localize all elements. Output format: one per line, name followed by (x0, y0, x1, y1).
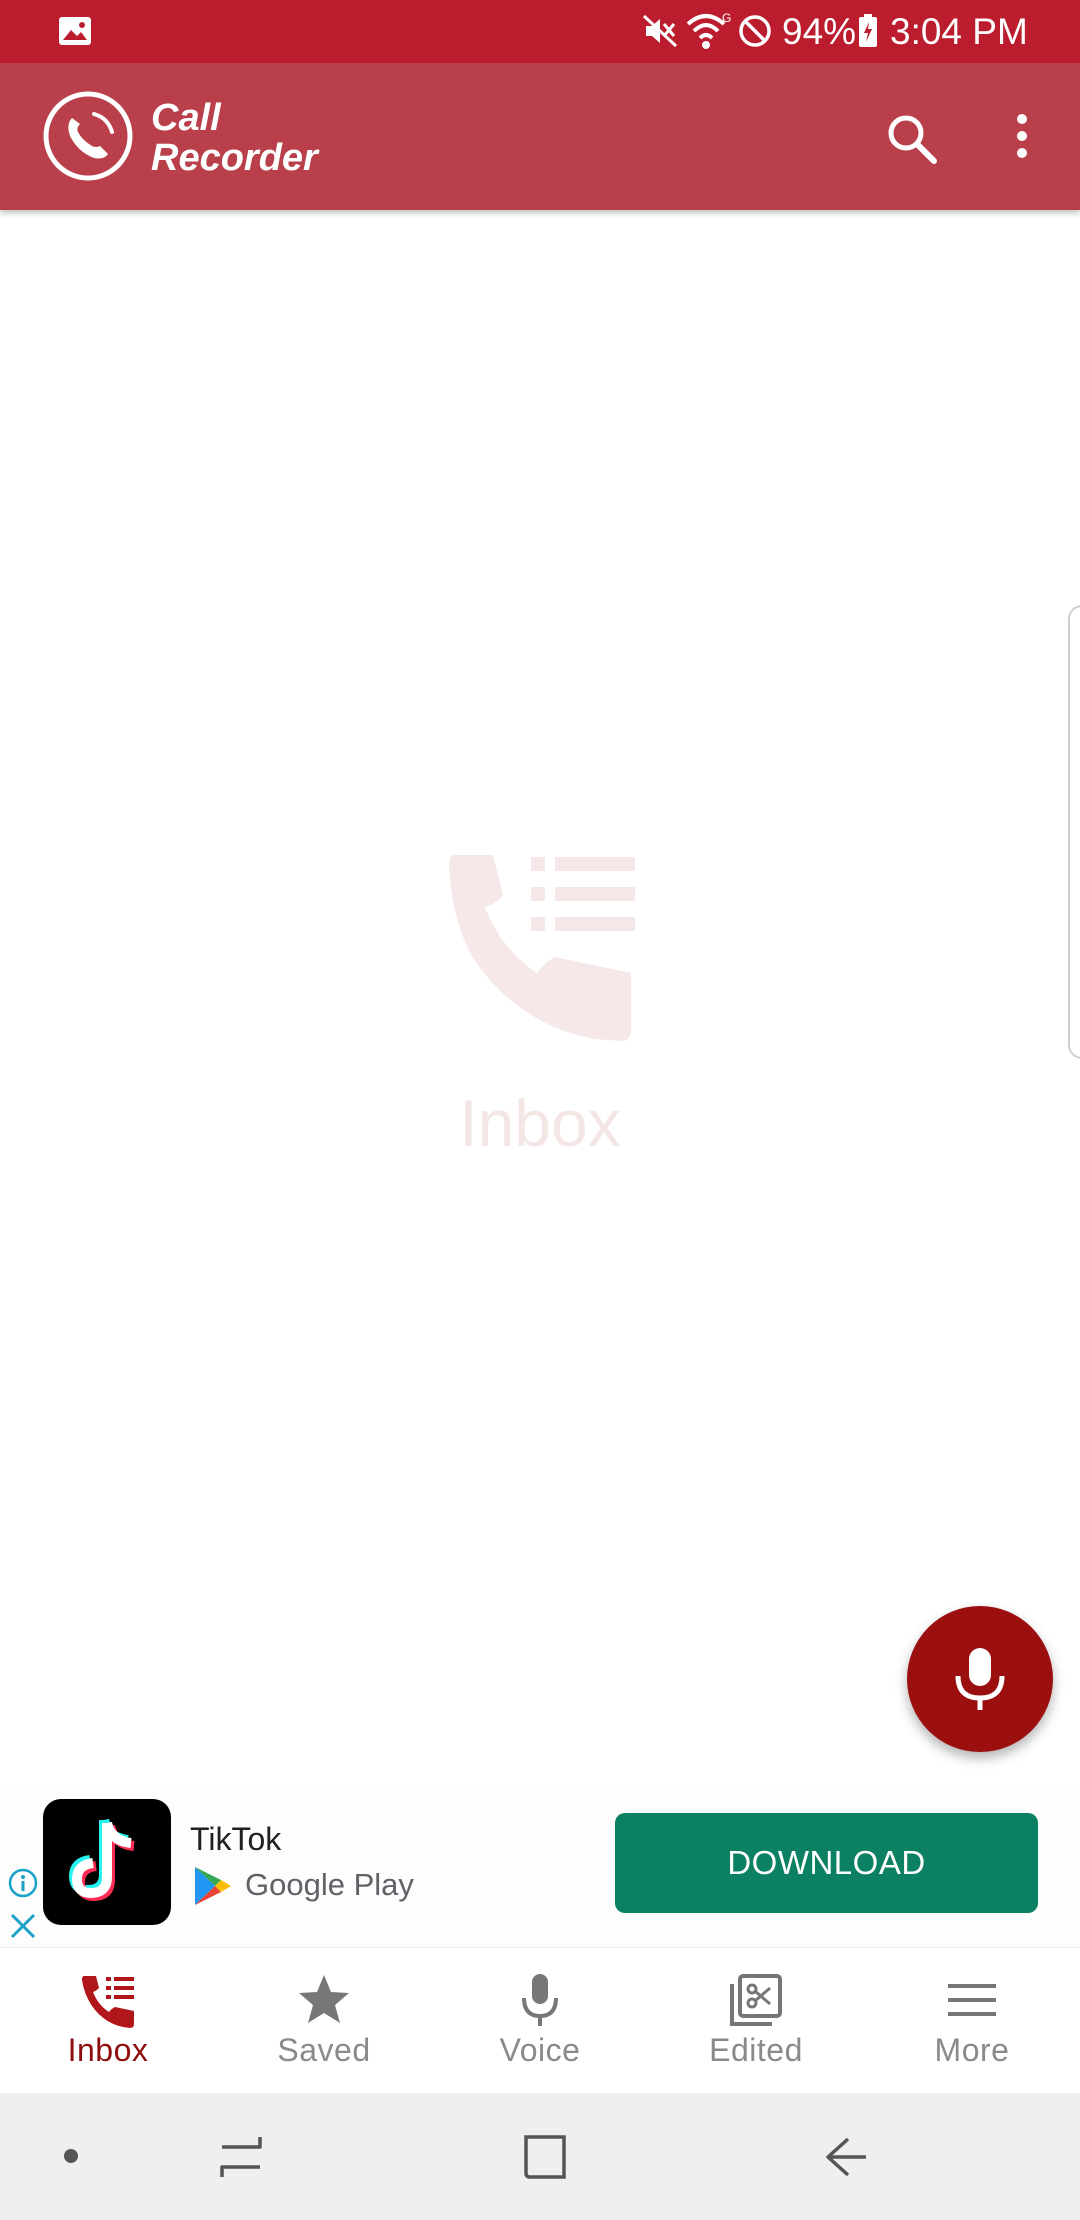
recents-icon[interactable] (216, 2133, 266, 2181)
empty-state-label: Inbox (459, 1086, 621, 1160)
home-icon[interactable] (520, 2133, 568, 2181)
nav-label-more: More (934, 2032, 1010, 2068)
dot-icon[interactable] (62, 2147, 80, 2165)
record-voice-button[interactable] (907, 1606, 1053, 1752)
do-not-disturb-icon (739, 15, 771, 47)
nav-item-voice[interactable]: Voice (432, 1948, 648, 2094)
mute-icon (642, 14, 678, 48)
wifi-icon: G (686, 11, 731, 49)
nav-item-more[interactable]: More (864, 1948, 1080, 2094)
google-play-icon (195, 1867, 231, 1905)
ad-info-icon[interactable] (7, 1867, 39, 1899)
nav-label-voice: Voice (499, 2032, 581, 2068)
system-navigation-bar (0, 2093, 1080, 2220)
app-bar: Call Recorder (0, 63, 1080, 210)
tiktok-app-icon[interactable] (43, 1799, 171, 1925)
battery-charging-icon (859, 14, 877, 47)
edit-clip-icon (730, 1974, 782, 2026)
nav-label-saved: Saved (277, 2032, 371, 2068)
nav-item-saved[interactable]: Saved (216, 1948, 432, 2094)
app-logo-icon (43, 91, 133, 181)
nav-label-inbox: Inbox (67, 2032, 149, 2068)
svg-text:G: G (722, 11, 731, 25)
back-icon[interactable] (822, 2133, 870, 2181)
battery-percent: 94% (782, 11, 857, 52)
nav-label-edited: Edited (709, 2032, 803, 2068)
call-list-icon (449, 855, 635, 1041)
nav-item-edited[interactable]: Edited (648, 1948, 864, 2094)
tiktok-icon (68, 1818, 135, 1902)
ad-close-icon[interactable] (8, 1911, 38, 1941)
clock: 3:04 PM (890, 11, 1028, 52)
menu-icon (948, 1984, 996, 2016)
app-title: Call Recorder (151, 97, 318, 179)
microphone-icon (955, 1648, 1005, 1710)
search-icon[interactable] (882, 109, 942, 169)
ad-banner[interactable]: TikTok Google Play DOWNLOAD (0, 1785, 1080, 1947)
star-icon (299, 1975, 349, 2023)
edge-panel-handle[interactable] (1068, 605, 1080, 1059)
ad-title: TikTok (190, 1821, 282, 1857)
ad-download-button[interactable]: DOWNLOAD (615, 1813, 1038, 1913)
call-list-icon (82, 1976, 134, 2028)
ad-store-label: Google Play (245, 1867, 414, 1902)
bottom-navigation: Inbox Saved Voice Edited More (0, 1947, 1080, 2094)
more-vert-icon[interactable] (1000, 109, 1044, 169)
gallery-icon (59, 17, 91, 45)
status-bar: G 94% 3:04 PM (0, 0, 1080, 63)
nav-item-inbox[interactable]: Inbox (0, 1948, 216, 2094)
microphone-icon (522, 1974, 558, 2026)
